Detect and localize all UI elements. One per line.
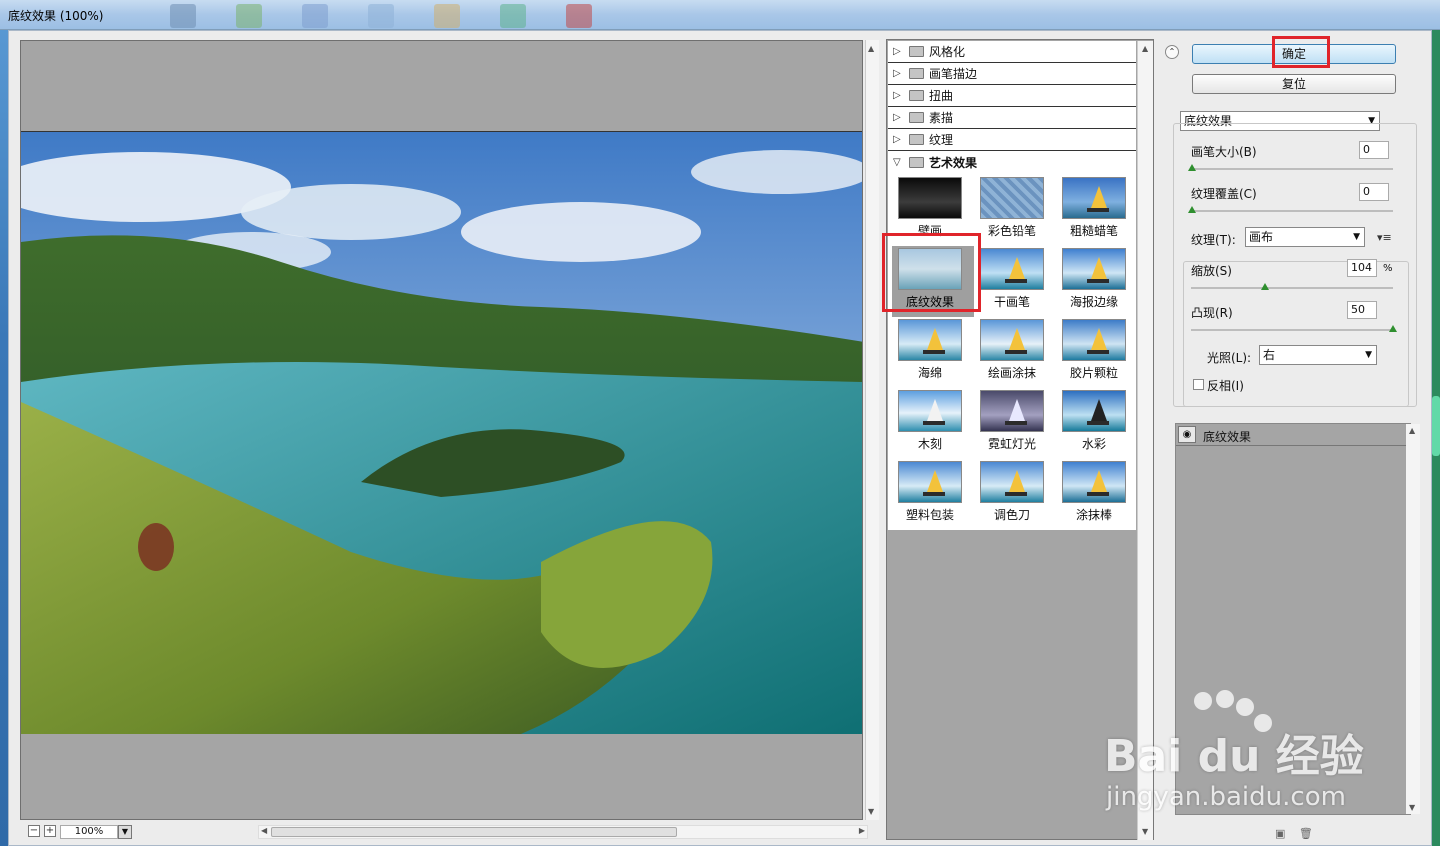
relief-slider[interactable] — [1191, 329, 1393, 331]
folder-icon — [909, 90, 924, 101]
preview-canvas[interactable] — [20, 40, 863, 820]
invert-checkbox[interactable] — [1193, 379, 1204, 390]
texture-menu-icon[interactable]: ▾≡ — [1377, 231, 1392, 244]
filter-thumb-neon-glow[interactable]: 霓虹灯光 — [974, 388, 1056, 459]
selected-filter-highlight — [882, 233, 981, 312]
filter-settings-panel: ⌃ 确定 复位 底纹效果 ▼ 画笔大小(B) 0 纹理覆盖(C) 0 纹理(T):… — [1161, 35, 1427, 843]
filter-gallery-dialog: ▲ ▼ − + 100% ▼ ◀ ▶ ▷ 风格化 ▷ 画笔描边 ▷ 扭曲 ▷ 素… — [8, 30, 1432, 846]
filter-list-scrollbar[interactable]: ▲ ▼ — [1137, 41, 1153, 840]
category-artistic[interactable]: ▽ 艺术效果 — [888, 151, 1136, 173]
scaling-unit: % — [1383, 263, 1393, 274]
folder-icon — [909, 46, 924, 57]
category-texture[interactable]: ▷ 纹理 — [888, 129, 1136, 151]
preview-panel: ▲ ▼ − + 100% ▼ ◀ ▶ — [20, 40, 880, 840]
filter-thumb-plastic-wrap[interactable]: 塑料包装 — [892, 459, 974, 530]
scaling-slider-knob[interactable] — [1261, 283, 1269, 290]
reset-button[interactable]: 复位 — [1192, 74, 1396, 94]
scaling-input[interactable]: 104 — [1347, 259, 1377, 277]
zoom-out-button[interactable]: − — [28, 825, 40, 837]
filter-thumb-film-grain[interactable]: 胶片颗粒 — [1056, 317, 1138, 388]
eye-visibility-icon[interactable]: ◉ — [1178, 426, 1196, 443]
collapse-gallery-icon[interactable]: ⌃ — [1165, 45, 1179, 59]
brush-size-slider-knob[interactable] — [1188, 164, 1196, 171]
scroll-down-arrow-icon[interactable]: ▼ — [1409, 803, 1415, 812]
zoom-level-field[interactable]: 100% — [60, 825, 118, 839]
preview-horizontal-scrollbar[interactable]: ◀ ▶ — [258, 825, 868, 839]
filter-thumb-paint-daubs[interactable]: 绘画涂抹 — [974, 317, 1056, 388]
effect-layers-list: ◉ 底纹效果 ▲ ▼ — [1175, 423, 1420, 815]
preview-image — [21, 131, 862, 734]
scroll-down-arrow-icon[interactable]: ▼ — [868, 807, 874, 816]
brush-size-slider[interactable] — [1191, 168, 1393, 170]
relief-slider-knob[interactable] — [1389, 325, 1397, 332]
filter-thumb-sponge[interactable]: 海绵 — [892, 317, 974, 388]
texture-coverage-slider-knob[interactable] — [1188, 206, 1196, 213]
zoom-dropdown-button[interactable]: ▼ — [118, 825, 132, 839]
scroll-right-arrow-icon[interactable]: ▶ — [859, 826, 865, 835]
expand-arrow-icon[interactable]: ▷ — [893, 46, 903, 57]
relief-input[interactable]: 50 — [1347, 301, 1377, 319]
folder-icon — [909, 134, 924, 145]
light-direction-select[interactable]: 右 ▼ — [1259, 345, 1377, 365]
preview-statusbar: − + 100% ▼ ◀ ▶ — [20, 824, 880, 840]
filter-thumb-watercolor[interactable]: 水彩 — [1056, 388, 1138, 459]
scroll-up-arrow-icon[interactable]: ▲ — [1142, 44, 1148, 53]
scroll-left-arrow-icon[interactable]: ◀ — [261, 826, 267, 835]
category-sketch[interactable]: ▷ 素描 — [888, 107, 1136, 129]
light-label: 光照(L): — [1207, 351, 1252, 365]
scroll-up-arrow-icon[interactable]: ▲ — [868, 44, 874, 53]
scaling-label: 缩放(S) — [1191, 264, 1232, 278]
brush-size-input[interactable]: 0 — [1359, 141, 1389, 159]
texture-coverage-label: 纹理覆盖(C) — [1191, 187, 1257, 201]
folder-icon — [909, 68, 924, 79]
category-stylize[interactable]: ▷ 风格化 — [888, 41, 1136, 63]
artistic-filter-thumbnails: 壁画 彩色铅笔 粗糙蜡笔 底纹效果 干画笔 海报边缘 海绵 绘画涂抹 胶片颗粒 … — [888, 173, 1136, 530]
effect-layer-row[interactable]: ◉ 底纹效果 — [1176, 424, 1406, 446]
ok-button-highlight — [1272, 36, 1330, 68]
open-folder-icon — [909, 156, 924, 168]
invert-label: 反相(I) — [1207, 379, 1244, 393]
layer-tools: ▣ 🗑 — [1275, 827, 1323, 840]
expand-arrow-icon[interactable]: ▷ — [893, 90, 903, 101]
folder-icon — [909, 112, 924, 123]
layers-scrollbar[interactable]: ▲ ▼ — [1406, 424, 1420, 814]
delete-effect-layer-icon[interactable]: 🗑 — [1299, 827, 1313, 840]
filter-thumb-cutout[interactable]: 木刻 — [892, 388, 974, 459]
background-taskbar-icons — [170, 4, 592, 28]
zoom-in-button[interactable]: + — [44, 825, 56, 837]
scroll-down-arrow-icon[interactable]: ▼ — [1142, 827, 1148, 836]
texture-label: 纹理(T): — [1191, 233, 1236, 247]
desktop-edge — [1432, 30, 1440, 846]
chevron-down-icon: ▼ — [1353, 232, 1360, 242]
window-titlebar: 底纹效果 (100%) — [0, 0, 1440, 30]
scroll-up-arrow-icon[interactable]: ▲ — [1409, 426, 1415, 435]
expand-arrow-icon[interactable]: ▷ — [893, 134, 903, 145]
window-title: 底纹效果 (100%) — [8, 9, 104, 23]
chevron-down-icon: ▼ — [1365, 350, 1372, 360]
expand-arrow-icon[interactable]: ▷ — [893, 68, 903, 79]
filter-thumb-smudge-stick[interactable]: 涂抹棒 — [1056, 459, 1138, 530]
filter-thumb-colored-pencil[interactable]: 彩色铅笔 — [974, 175, 1056, 246]
filter-thumb-rough-pastels[interactable]: 粗糙蜡笔 — [1056, 175, 1138, 246]
brush-size-label: 画笔大小(B) — [1191, 145, 1257, 159]
relief-label: 凸现(R) — [1191, 306, 1233, 320]
category-distort[interactable]: ▷ 扭曲 — [888, 85, 1136, 107]
filter-thumb-poster-edges[interactable]: 海报边缘 — [1056, 246, 1138, 317]
texture-select[interactable]: 画布 ▼ — [1245, 227, 1365, 247]
filter-thumb-palette-knife[interactable]: 调色刀 — [974, 459, 1056, 530]
expand-arrow-icon[interactable]: ▷ — [893, 112, 903, 123]
collapse-arrow-icon[interactable]: ▽ — [893, 157, 903, 168]
filter-gallery-panel: ▷ 风格化 ▷ 画笔描边 ▷ 扭曲 ▷ 素描 ▷ 纹理 ▽ 艺术效果 壁画 彩色… — [886, 39, 1154, 840]
filter-thumb-dry-brush[interactable]: 干画笔 — [974, 246, 1056, 317]
texture-coverage-slider[interactable] — [1191, 210, 1393, 212]
scaling-slider[interactable] — [1191, 287, 1393, 289]
texture-coverage-input[interactable]: 0 — [1359, 183, 1389, 201]
category-brush-strokes[interactable]: ▷ 画笔描边 — [888, 63, 1136, 85]
preview-vertical-scrollbar[interactable]: ▲ ▼ — [865, 40, 879, 820]
horizontal-scroll-thumb[interactable] — [271, 827, 677, 837]
new-effect-layer-icon[interactable]: ▣ — [1275, 827, 1285, 840]
